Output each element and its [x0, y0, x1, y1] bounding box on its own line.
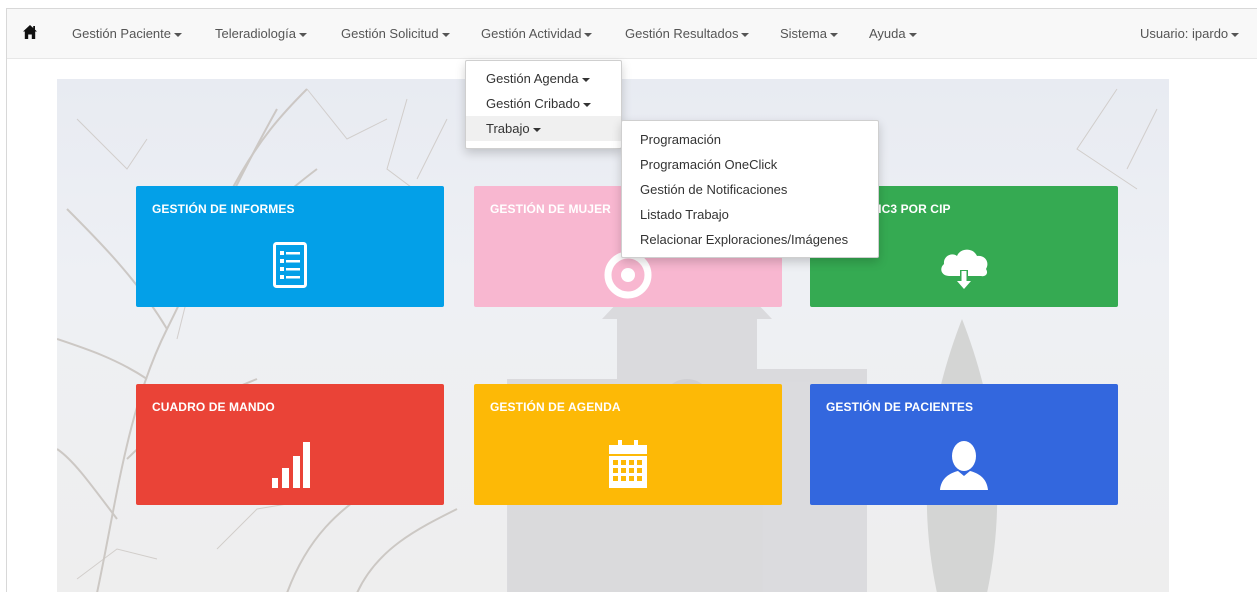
caret-down-icon — [582, 102, 591, 107]
submenu-trabajo: Programación Programación OneClick Gesti… — [621, 120, 879, 258]
nav-label: Gestión Actividad — [481, 26, 582, 41]
menu-item-listado-trabajo[interactable]: Listado Trabajo — [622, 202, 878, 227]
menu-item-relacionar-exploraciones[interactable]: Relacionar Exploraciones/Imágenes — [622, 227, 878, 252]
user-label: Usuario: ipardo — [1140, 26, 1229, 41]
tile-title: GESTIÓN DE INFORMES — [152, 202, 295, 216]
nav-gestion-paciente[interactable]: Gestión Paciente — [72, 26, 183, 41]
background-photo — [57, 79, 1169, 592]
caret-down-icon — [581, 77, 590, 82]
tile-title: GESTIÓN DE MUJER — [490, 202, 611, 216]
church-trees-illustration — [57, 88, 1158, 592]
caret-down-icon — [441, 32, 450, 37]
menu-item-trabajo[interactable]: Trabajo — [466, 116, 621, 141]
tile-gestion-pacientes[interactable]: GESTIÓN DE PACIENTES — [810, 384, 1118, 505]
nav-label: Gestión Paciente — [72, 26, 172, 41]
tile-gestion-agenda[interactable]: GESTIÓN DE AGENDA — [474, 384, 782, 505]
menu-gestion-actividad: Gestión Agenda Gestión Cribado Trabajo — [465, 60, 622, 149]
menu-item-gestion-notificaciones[interactable]: Gestión de Notificaciones — [622, 177, 878, 202]
menu-item-label: Trabajo — [486, 121, 530, 136]
nav-gestion-resultados[interactable]: Gestión Resultados — [625, 26, 750, 41]
nav-teleradiologia[interactable]: Teleradiología — [215, 26, 307, 41]
menu-item-programacion-oneclick[interactable]: Programación OneClick — [622, 152, 878, 177]
calendar-icon — [609, 440, 647, 488]
menu-item-programacion[interactable]: Programación — [622, 127, 878, 152]
page: Gestión Paciente Teleradiología Gestión … — [6, 8, 1257, 592]
menu-item-gestion-cribado[interactable]: Gestión Cribado — [466, 91, 621, 116]
caret-down-icon — [584, 32, 593, 37]
nav-label: Sistema — [780, 26, 827, 41]
bar-chart-icon — [272, 442, 310, 488]
nav-sistema[interactable]: Sistema — [780, 26, 838, 41]
cloud-download-icon — [941, 249, 988, 291]
nav-user-menu[interactable]: Usuario: ipardo — [1140, 26, 1240, 41]
menu-item-label: Gestión Cribado — [486, 96, 580, 111]
caret-down-icon — [532, 127, 541, 132]
user-icon — [940, 441, 988, 490]
caret-down-icon — [908, 32, 917, 37]
caret-down-icon — [1231, 32, 1240, 37]
nav-label: Ayuda — [869, 26, 906, 41]
home-icon[interactable] — [22, 24, 38, 40]
nav-label: Teleradiología — [215, 26, 296, 41]
nav-gestion-actividad[interactable]: Gestión Actividad — [481, 26, 593, 41]
caret-down-icon — [174, 32, 183, 37]
nav-label: Gestión Solicitud — [341, 26, 439, 41]
menu-item-label: Gestión Agenda — [486, 71, 579, 86]
menu-item-gestion-agenda[interactable]: Gestión Agenda — [466, 66, 621, 91]
caret-down-icon — [741, 32, 750, 37]
tile-title: CUADRO DE MANDO — [152, 400, 275, 414]
nav-gestion-solicitud[interactable]: Gestión Solicitud — [341, 26, 450, 41]
top-navbar: Gestión Paciente Teleradiología Gestión … — [7, 9, 1257, 59]
tile-title: GESTIÓN DE AGENDA — [490, 400, 621, 414]
caret-down-icon — [829, 32, 838, 37]
nav-label: Gestión Resultados — [625, 26, 739, 41]
list-icon — [273, 242, 307, 288]
tile-gestion-informes[interactable]: GESTIÓN DE INFORMES — [136, 186, 444, 307]
nav-ayuda[interactable]: Ayuda — [869, 26, 917, 41]
tile-title: GESTIÓN DE PACIENTES — [826, 400, 974, 414]
tile-cuadro-mando[interactable]: CUADRO DE MANDO — [136, 384, 444, 505]
caret-down-icon — [298, 32, 307, 37]
